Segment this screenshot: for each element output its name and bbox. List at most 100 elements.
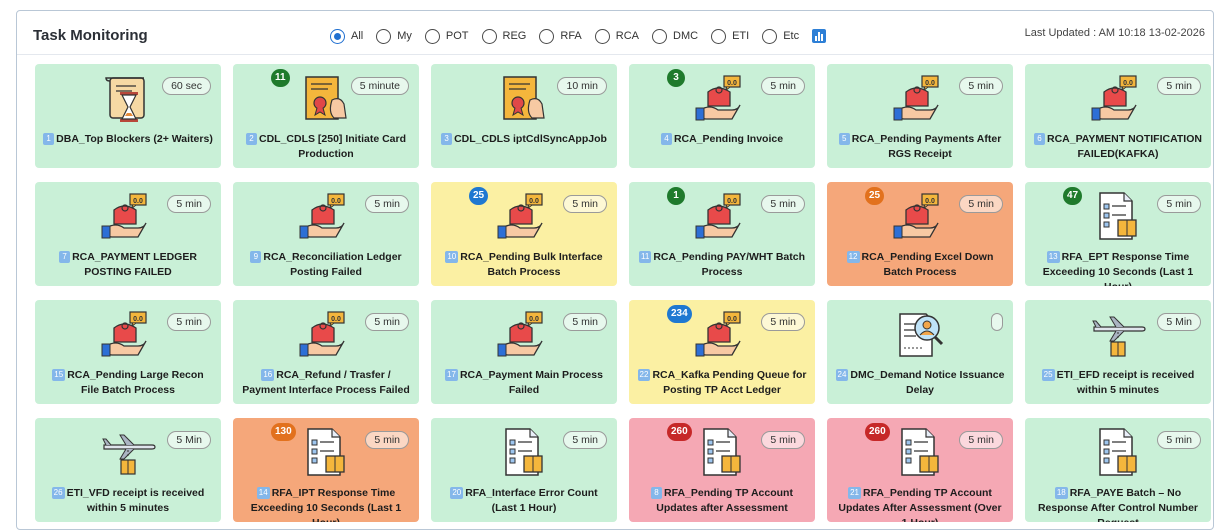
task-number: 9 [250,251,262,263]
task-number: 22 [637,369,651,381]
task-card[interactable]: 5 min 18 RFA_PAYE Batch – No Response Afte… [1025,418,1211,522]
count-badge: 1 [667,187,685,205]
task-number: 14 [256,487,270,499]
radio-button[interactable] [481,28,497,44]
filter-label: RCA [615,30,640,42]
document-box-icon [892,426,948,478]
task-number: 11 [639,251,652,263]
filter-label: DMC [673,30,699,42]
task-card[interactable]: 11 5 minute 2 CDL_CDLS [250] Initiate Card … [233,64,419,168]
filter-label: REG [502,30,527,42]
filter-option-pot[interactable]: POT [424,28,469,44]
filter-option-all[interactable]: All [330,28,363,44]
count-badge: 47 [1063,187,1083,205]
task-number: 2 [245,133,257,145]
task-label-text: RCA_Pending Excel Down Batch Process [861,251,994,278]
filter-option-etc[interactable]: Etc [762,28,799,44]
task-card[interactable]: 47 5 min 13 RFA_EPT Response Time Exceeding… [1025,182,1211,286]
radio-button[interactable] [711,28,727,44]
task-card[interactable]: 0.0 5 min 16 RCA_Refund / Trasfer / Payment… [233,300,419,404]
refresh-interval-pill: 5 min [959,77,1003,95]
radio-button[interactable] [376,28,392,44]
bar-chart-icon[interactable] [812,29,827,43]
wallet-hand-icon: 0.0 [100,190,156,242]
task-card[interactable]: 0.0 5 min 9 RCA_Reconciliation Ledger Posti… [233,182,419,286]
filter-option-reg[interactable]: REG [481,28,527,44]
task-card[interactable]: 60 sec 1 DBA_Top Blockers (2+ Waiters) [35,64,221,168]
task-card[interactable]: 0.0 25 5 min 12 RCA_Pending Excel Down Batch… [827,182,1013,286]
refresh-interval-pill: 5 min [1157,77,1201,95]
filter-option-rfa[interactable]: RFA [539,28,582,44]
filter-option-rca[interactable]: RCA [594,28,640,44]
task-label: 13 RFA_EPT Response Time Exceeding 10 Sec… [1033,250,1203,286]
refresh-interval-pill: 5 min [167,313,211,331]
filter-label: My [397,30,412,42]
task-card[interactable]: 0.0 3 5 min 4 RCA_Pending Invoice [629,64,815,168]
task-label: 10 RCA_Pending Bulk Interface Batch Proce… [439,250,609,280]
task-card[interactable]: 0.0 234 5 min 22 RCA_Kafka Pending Queue for… [629,300,815,404]
wallet-hand-icon: 0.0 [298,190,354,242]
task-card[interactable]: 0.0 5 min 15 RCA_Pending Large Recon File B… [35,300,221,404]
radio-button[interactable] [330,28,345,44]
refresh-interval-pill [991,313,1003,331]
task-label: 4 RCA_Pending Invoice [637,132,807,147]
panel-header: Task Monitoring All My POT REG RFA RCA DMC ETI E… [17,11,1213,55]
document-box-icon [496,426,552,478]
filter-option-dmc[interactable]: DMC [652,28,699,44]
task-label-text: CDL_CDLS iptCdlSyncAppJob [454,133,607,145]
task-card[interactable]: 0.0 5 min 6 RCA_PAYMENT NOTIFICATION FAILED… [1025,64,1211,168]
radio-button[interactable] [652,28,668,44]
task-label: 20 RFA_Interface Error Count (Last 1 Hour… [439,486,609,516]
task-card[interactable]: 0.0 25 5 min 10 RCA_Pending Bulk Interface B… [431,182,617,286]
refresh-interval-pill: 5 min [761,195,805,213]
task-card[interactable]: 24 DMC_Demand Notice Issuance Delay [827,300,1013,404]
task-number: 12 [846,251,860,263]
refresh-interval-pill: 5 min [365,431,409,449]
task-card[interactable]: 5 min 20 RFA_Interface Error Count (Last 1… [431,418,617,522]
task-card[interactable]: 130 5 min 14 RFA_IPT Response Time Exceedin… [233,418,419,522]
task-number: 18 [1054,487,1068,499]
task-label-text: RCA_Pending Bulk Interface Batch Process [460,251,603,278]
task-card[interactable]: 5 Min 26 ETI_VFD receipt is received withi… [35,418,221,522]
task-label-text: RCA_Pending Large Recon File Batch Proce… [67,369,204,396]
task-card[interactable]: 0.0 5 min 5 RCA_Pending Payments After RGS … [827,64,1013,168]
radio-button[interactable] [539,28,555,44]
task-label: 1 DBA_Top Blockers (2+ Waiters) [43,132,213,147]
filter-option-my[interactable]: My [376,28,412,44]
svg-text:0.0: 0.0 [1123,80,1133,87]
task-card[interactable]: 260 5 min 8 RFA_Pending TP Account Updates … [629,418,815,522]
svg-text:0.0: 0.0 [529,316,539,323]
task-card[interactable]: 5 Min 25 ETI_EFD receipt is received withi… [1025,300,1211,404]
count-badge: 130 [271,423,296,441]
radio-button[interactable] [594,28,610,44]
svg-text:0.0: 0.0 [331,198,341,205]
document-box-icon [1090,426,1146,478]
task-card[interactable]: 0.0 1 5 min 11 RCA_Pending PAY/WHT Batch Pro… [629,182,815,286]
task-label-text: RCA_Reconciliation Ledger Posting Failed [263,251,402,278]
radio-button[interactable] [424,28,440,44]
filter-radio-group: All My POT REG RFA RCA DMC ETI Etc [330,26,827,46]
refresh-interval-pill: 5 min [563,431,607,449]
task-label-text: RFA_Interface Error Count (Last 1 Hour) [465,487,598,514]
task-label-text: RCA_PAYMENT LEDGER POSTING FAILED [72,251,197,278]
task-label: 11 RCA_Pending PAY/WHT Batch Process [637,250,807,280]
task-label-text: RCA_Pending Invoice [673,133,784,145]
task-label: 17 RCA_Payment Main Process Failed [439,368,609,398]
filter-label: RFA [560,30,582,42]
task-card[interactable]: 260 5 min 21 RFA_Pending TP Account Updates… [827,418,1013,522]
task-label-text: RFA_Pending TP Account Updates After Ass… [838,487,1002,522]
task-card[interactable]: 10 min 3 CDL_CDLS iptCdlSyncAppJob [431,64,617,168]
radio-button[interactable] [762,28,778,44]
document-user-icon [892,308,948,360]
task-number: 8 [651,487,663,499]
filter-option-eti[interactable]: ETI [711,28,749,44]
svg-text:0.0: 0.0 [925,80,935,87]
wallet-hand-icon: 0.0 [298,308,354,360]
task-card[interactable]: 0.0 5 min 17 RCA_Payment Main Process Faile… [431,300,617,404]
refresh-interval-pill: 5 min [959,431,1003,449]
refresh-interval-pill: 5 Min [167,431,211,449]
task-monitoring-panel: Task Monitoring All My POT REG RFA RCA DMC ETI E… [16,10,1214,530]
refresh-interval-pill: 5 min [959,195,1003,213]
count-badge: 25 [865,187,885,205]
task-card[interactable]: 0.0 5 min 7 RCA_PAYMENT LEDGER POSTING FAIL… [35,182,221,286]
